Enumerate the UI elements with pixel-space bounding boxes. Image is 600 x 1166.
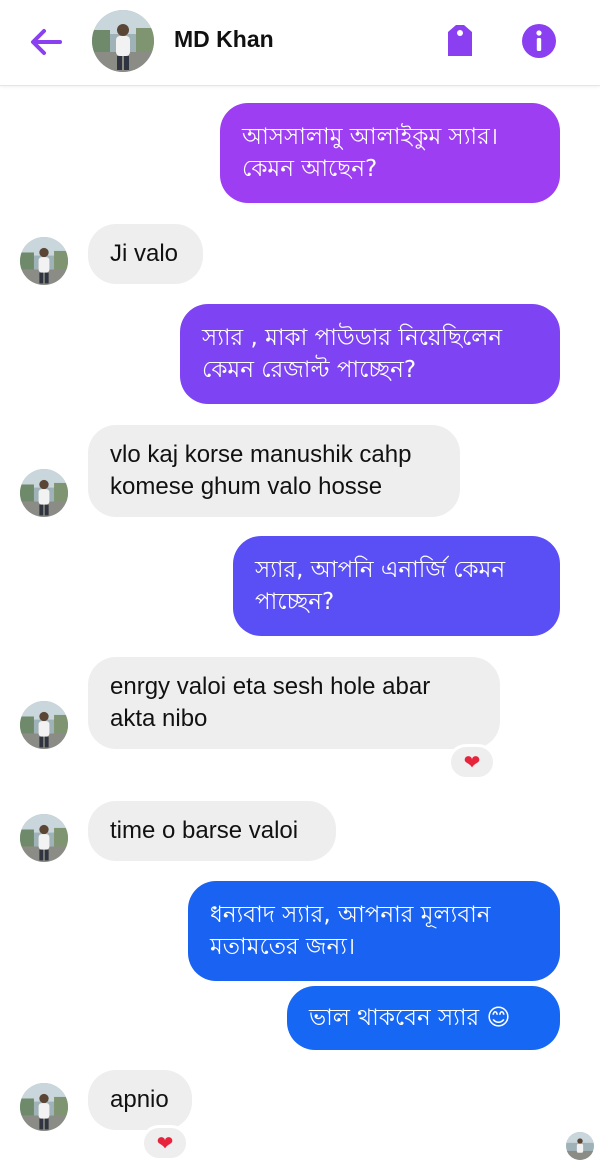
sender-avatar[interactable] [20,469,68,517]
seen-indicator-avatar [566,1132,594,1160]
back-arrow-icon[interactable] [26,22,66,62]
message-text-line: ধন্যবাদ স্যার, আপনার মূল্যবান [210,902,491,928]
sent-message-bubble[interactable]: ধন্যবাদ স্যার, আপনার মূল্যবান মতামতের জন্… [188,881,560,981]
message-text-line: পাচ্ছেন? [255,589,335,615]
chat-header: MD Khan [0,0,600,86]
sent-message-bubble[interactable]: স্যার , মাকা পাউডার নিয়েছিলেন কেমন রেজাল… [180,304,560,404]
received-message-bubble[interactable]: enrgy valoi eta sesh hole abar akta nibo [88,657,500,749]
sender-avatar[interactable] [20,1083,68,1131]
message-text-line: komese ghum valo hosse [110,473,383,500]
received-message-bubble[interactable]: apnio [88,1070,192,1130]
sender-avatar[interactable] [20,237,68,285]
message-text-line: ভাল থাকবেন স্যার 😊 [309,1005,511,1031]
received-message-bubble[interactable]: vlo kaj korse manushik cahp komese ghum v… [88,425,460,517]
info-icon[interactable] [520,22,558,60]
tag-icon[interactable] [442,22,478,60]
sender-avatar[interactable] [20,701,68,749]
sender-avatar[interactable] [20,814,68,862]
message-text-line: স্যার, আপনি এনার্জি কেমন [255,557,506,583]
received-message-bubble[interactable]: time o barse valoi [88,801,336,861]
sent-message-bubble[interactable]: ভাল থাকবেন স্যার 😊 [287,986,560,1050]
message-text-line: আসসালামু আলাইকুম স্যার। [242,124,498,150]
sent-message-bubble[interactable]: স্যার, আপনি এনার্জি কেমন পাচ্ছেন? [233,536,560,636]
message-text-line: vlo kaj korse manushik cahp [110,441,412,468]
heart-reaction-icon[interactable]: ❤ [448,744,496,780]
received-message-bubble[interactable]: Ji valo [88,224,203,284]
message-text-line: কেমন আছেন? [242,156,378,182]
message-text-line: apnio [110,1086,169,1113]
contact-name[interactable]: MD Khan [174,26,274,53]
message-text-line: Ji valo [110,240,179,267]
message-text-line: কেমন রেজাল্ট পাচ্ছেন? [202,357,417,383]
message-text-line: স্যার , মাকা পাউডার নিয়েছিলেন [202,325,503,351]
message-text-line: enrgy valoi eta sesh hole abar [110,673,431,700]
sent-message-bubble[interactable]: আসসালামু আলাইকুম স্যার। কেমন আছেন? [220,103,560,203]
message-text-line: মতামতের জন্য। [210,934,356,960]
heart-reaction-icon[interactable]: ❤ [141,1125,189,1161]
message-text-line: time o barse valoi [110,817,299,844]
message-text-line: akta nibo [110,705,208,732]
contact-avatar[interactable] [92,10,154,72]
